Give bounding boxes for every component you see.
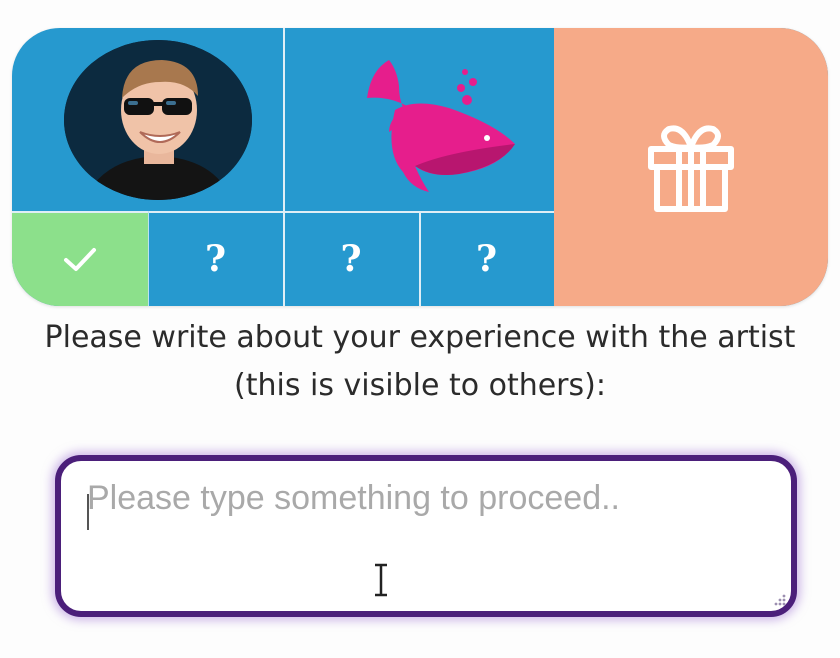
review-prompt: Please write about your experience with … [0, 314, 840, 410]
question-mark-icon: ? [475, 237, 498, 280]
text-caret [87, 494, 89, 530]
review-screen: ? ? ? Please write about your experience… [0, 0, 840, 658]
avatar [63, 39, 252, 200]
avatar-cell [12, 28, 283, 211]
gift-icon [648, 125, 734, 212]
resize-handle-icon[interactable] [773, 593, 787, 607]
whale-logo-cell [283, 28, 554, 211]
step-2-button[interactable]: ? [148, 211, 283, 306]
prompt-line-1: Please write about your experience with … [44, 320, 796, 355]
grid-divider [283, 28, 285, 306]
review-textarea[interactable] [79, 479, 773, 593]
text-cursor-icon [375, 563, 387, 597]
gift-cell[interactable] [554, 28, 828, 306]
grid-divider [148, 211, 149, 306]
grid-divider [419, 211, 421, 306]
step-3-button[interactable]: ? [283, 211, 419, 306]
step-done-button[interactable] [12, 211, 148, 306]
review-textarea-frame [55, 455, 797, 617]
step-4-button[interactable]: ? [419, 211, 554, 306]
question-mark-icon: ? [340, 237, 362, 280]
question-mark-icon: ? [204, 237, 227, 280]
grid-divider [12, 211, 554, 213]
checkmark-icon [64, 247, 96, 271]
prompt-line-2: (this is visible to others): [234, 368, 606, 403]
person-avatar-photo [63, 39, 252, 200]
artist-card: ? ? ? [12, 28, 828, 306]
whale-logo-icon [366, 59, 515, 192]
